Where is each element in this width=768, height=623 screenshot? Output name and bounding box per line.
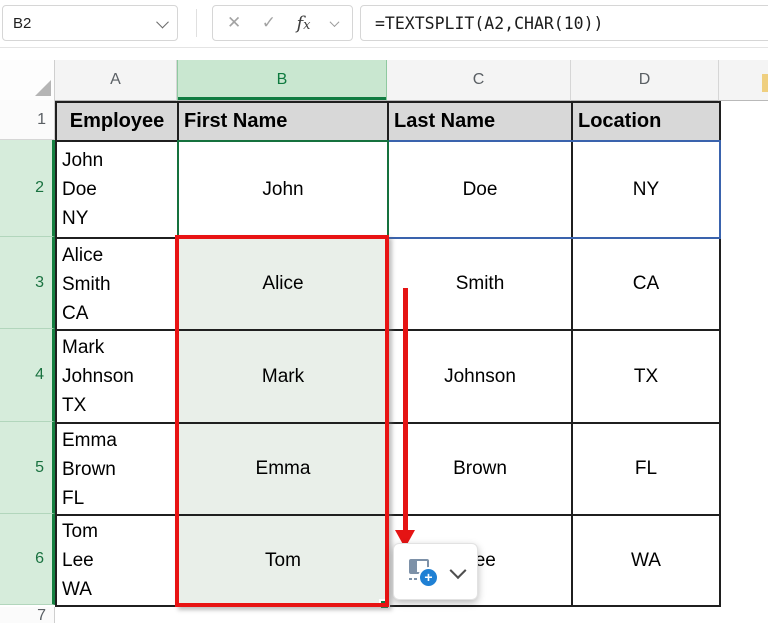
- name-box[interactable]: B2: [2, 5, 178, 41]
- cell-d4[interactable]: TX: [571, 329, 721, 424]
- cell-a6[interactable]: Tom Lee WA: [55, 514, 179, 607]
- cell-a5[interactable]: Emma Brown FL: [55, 422, 179, 516]
- cell-a4[interactable]: Mark Johnson TX: [55, 329, 179, 424]
- select-all-corner[interactable]: [0, 60, 55, 101]
- row-header-1[interactable]: 1: [0, 100, 55, 140]
- formula-bar: B2 ✕ ✓ fx =TEXTSPLIT(A2,CHAR(10)): [0, 0, 768, 48]
- chevron-down-icon[interactable]: [330, 17, 340, 27]
- column-header-d[interactable]: D: [571, 60, 719, 101]
- cell-d1[interactable]: Location: [571, 101, 721, 142]
- row-header-3[interactable]: 3: [0, 237, 55, 329]
- cancel-icon[interactable]: ✕: [227, 13, 241, 33]
- cell-a2[interactable]: John Doe NY: [55, 140, 179, 239]
- row-header-4[interactable]: 4: [0, 329, 55, 422]
- column-header-e-partial[interactable]: [719, 60, 768, 101]
- formula-input[interactable]: =TEXTSPLIT(A2,CHAR(10)): [360, 5, 768, 41]
- cell-c1[interactable]: Last Name: [387, 101, 573, 142]
- cell-c2[interactable]: Doe: [387, 140, 573, 239]
- column-header-b[interactable]: B: [177, 60, 387, 101]
- column-header-a[interactable]: A: [55, 60, 177, 101]
- cell-c4[interactable]: Johnson: [387, 329, 573, 424]
- cell-b2-active[interactable]: John: [177, 140, 389, 239]
- cell-d3[interactable]: CA: [571, 237, 721, 331]
- chevron-down-icon[interactable]: [450, 562, 467, 579]
- cell-d6[interactable]: WA: [571, 514, 721, 607]
- cell-c3[interactable]: Smith: [387, 237, 573, 331]
- cell-a1[interactable]: Employee: [55, 101, 179, 142]
- name-box-value: B2: [13, 15, 31, 32]
- row-header-5[interactable]: 5: [0, 422, 55, 514]
- cell-d2[interactable]: NY: [571, 140, 721, 239]
- chevron-down-icon[interactable]: [156, 15, 169, 28]
- cell-a3[interactable]: Alice Smith CA: [55, 237, 179, 331]
- selected-column-underline: [178, 97, 386, 100]
- column-header-c[interactable]: C: [387, 60, 571, 101]
- cell-d5[interactable]: FL: [571, 422, 721, 516]
- divider: [196, 9, 197, 37]
- insert-function-icon[interactable]: fx: [296, 13, 310, 34]
- formula-buttons: ✕ ✓ fx: [212, 5, 353, 41]
- cell-b1[interactable]: First Name: [177, 101, 389, 142]
- formula-text: =TEXTSPLIT(A2,CHAR(10)): [375, 14, 603, 33]
- table-add-icon: +: [407, 558, 437, 586]
- row-header-2[interactable]: 2: [0, 140, 55, 237]
- excel-window: B2 ✕ ✓ fx =TEXTSPLIT(A2,CHAR(10)) A B C …: [0, 0, 768, 623]
- annotation-red-arrow-line: [403, 288, 408, 532]
- smart-tag-button[interactable]: +: [393, 543, 478, 600]
- cell-c5[interactable]: Brown: [387, 422, 573, 516]
- annotation-red-rectangle: [175, 235, 389, 607]
- row-header-7-partial[interactable]: 7: [0, 607, 55, 623]
- row-header-6[interactable]: 6: [0, 514, 55, 605]
- select-all-triangle-icon: [35, 80, 51, 96]
- enter-icon[interactable]: ✓: [262, 13, 276, 33]
- clipped-ui-sliver: [762, 74, 768, 92]
